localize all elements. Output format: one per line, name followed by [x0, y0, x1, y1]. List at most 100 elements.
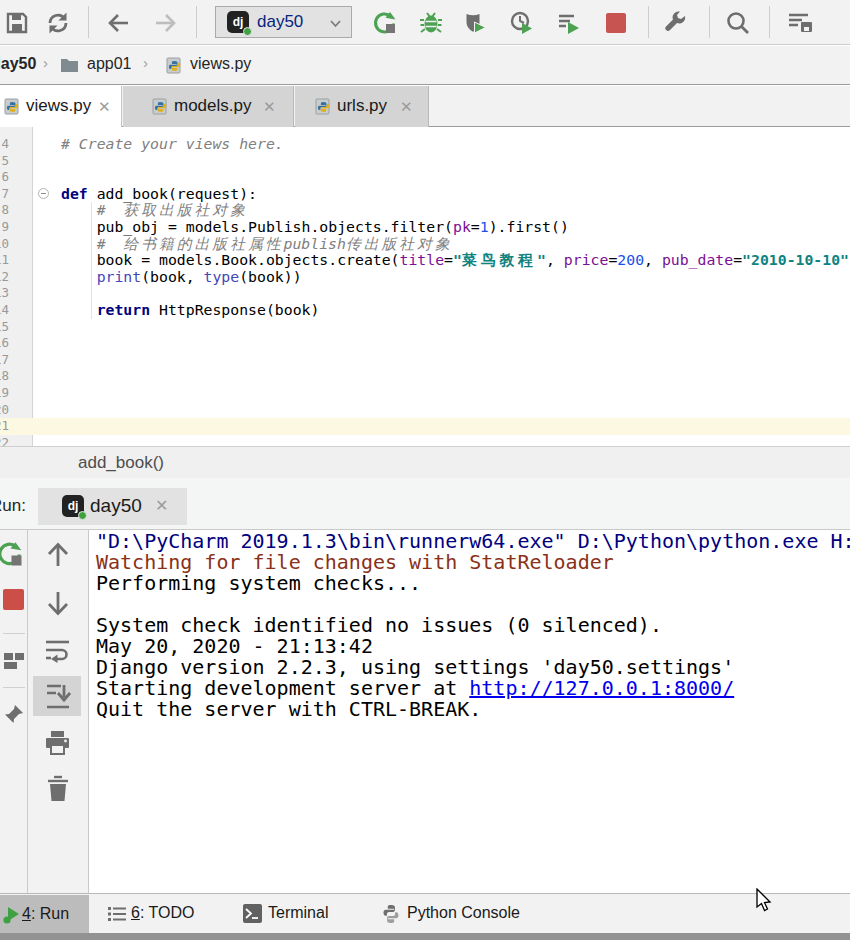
- main-toolbar: dj day50: [0, 0, 850, 45]
- toolwindow-tab-run[interactable]: 4: Run: [0, 895, 89, 934]
- status-bar: 4: Run 6: TODO Terminal Python Console: [0, 893, 850, 933]
- mouse-cursor: [755, 888, 775, 914]
- run-panel-label: Run:: [0, 496, 26, 516]
- caret-line-highlight: [0, 418, 850, 435]
- debug-icon[interactable]: [418, 10, 444, 36]
- rerun-icon[interactable]: [372, 10, 398, 36]
- editor-gutter-numbers: 45678910111213141516171819202122: [0, 127, 33, 446]
- stop-icon[interactable]: [605, 12, 631, 38]
- run-config-select[interactable]: dj day50: [215, 6, 352, 38]
- rerun-icon[interactable]: [0, 540, 24, 568]
- line-number: 19: [0, 385, 33, 402]
- soft-wrap-icon[interactable]: [44, 636, 71, 663]
- stop-icon[interactable]: [3, 589, 24, 610]
- console-line: System check identified no issues (0 sil…: [96, 615, 662, 636]
- taskbar-strip: [0, 933, 850, 940]
- console-line: May 20, 2020 - 21:13:42: [96, 636, 373, 657]
- tab-models-py[interactable]: models.py ✕: [123, 86, 294, 127]
- breadcrumb-package[interactable]: app01: [87, 55, 132, 73]
- line-number: 6: [0, 169, 33, 186]
- code-line-10: # 给书籍的出版社属性publish传出版社对象: [61, 236, 453, 253]
- up-stack-trace-icon[interactable]: [45, 541, 71, 569]
- restore-layout-icon[interactable]: [3, 650, 25, 672]
- line-number: 9: [0, 219, 33, 236]
- run-coverage-icon[interactable]: [462, 10, 488, 36]
- breadcrumb: day50 › app01 › views.py: [0, 46, 850, 85]
- print-icon[interactable]: [44, 729, 71, 756]
- python-file-icon: [4, 98, 21, 115]
- todo-list-icon: [108, 906, 126, 922]
- run-tasks-icon[interactable]: [556, 10, 582, 36]
- line-number: 15: [0, 319, 33, 336]
- run-icon: [3, 906, 21, 924]
- breadcrumb-file[interactable]: views.py: [190, 55, 251, 73]
- python-file-icon: [315, 98, 332, 115]
- code-line-11: book = models.Book.objects.create(title=…: [61, 252, 850, 269]
- close-icon[interactable]: ✕: [400, 98, 413, 116]
- running-dot: [78, 511, 87, 520]
- line-number: 13: [0, 285, 33, 302]
- running-dot: [243, 27, 252, 36]
- tab-urls-py[interactable]: urls.py ✕: [295, 86, 429, 127]
- forward-arrow-icon[interactable]: [152, 10, 178, 36]
- tab-label: models.py: [174, 96, 251, 116]
- close-icon[interactable]: ✕: [98, 98, 111, 116]
- line-number: 4: [0, 136, 33, 153]
- profile-icon[interactable]: [509, 10, 535, 36]
- run-tab-label: day50: [90, 495, 142, 517]
- breadcrumb-project[interactable]: day50: [0, 55, 36, 73]
- run-tab-day50[interactable]: dj day50 ✕: [38, 488, 187, 525]
- line-number: 5: [0, 153, 33, 170]
- line-number: 10: [0, 236, 33, 253]
- search-icon[interactable]: [725, 10, 751, 36]
- line-number: 11: [0, 252, 33, 269]
- line-number: 21: [0, 418, 33, 435]
- editor-tab-bar: views.py ✕ models.py ✕ urls.py ✕: [0, 86, 850, 127]
- wrench-icon[interactable]: [664, 10, 690, 36]
- close-icon[interactable]: ✕: [263, 98, 276, 116]
- code-editor[interactable]: 45678910111213141516171819202122 # Creat…: [0, 127, 850, 446]
- close-icon[interactable]: ✕: [155, 496, 168, 515]
- line-number: 14: [0, 302, 33, 319]
- line-number: 18: [0, 368, 33, 385]
- console-line: "D:\PyCharm 2019.1.3\bin\runnerw64.exe" …: [96, 531, 850, 552]
- back-arrow-icon[interactable]: [106, 10, 132, 36]
- sync-icon[interactable]: [45, 10, 71, 36]
- run-panel-header: Run: dj day50 ✕: [0, 478, 850, 530]
- line-number: 12: [0, 269, 33, 286]
- python-file-icon: [166, 57, 183, 74]
- toolwindow-tab-label: 6: TODO: [131, 904, 194, 922]
- line-number: 17: [0, 352, 33, 369]
- terminal-icon: [243, 904, 262, 923]
- settings-sync-icon[interactable]: [786, 10, 812, 36]
- toolwindow-tab-label: Terminal: [268, 904, 328, 922]
- toolwindow-tab-label: Python Console: [407, 904, 520, 922]
- context-hint-text: add_book(): [78, 453, 164, 473]
- console-line: Starting development server at http://12…: [96, 678, 734, 699]
- toolwindow-tab-label: 4: Run: [22, 905, 69, 923]
- console-line: Django version 2.2.3, using settings 'da…: [96, 657, 734, 678]
- run-toolbar-console: [28, 530, 89, 893]
- clear-console-icon[interactable]: [46, 775, 70, 803]
- python-file-icon: [152, 98, 169, 115]
- chevron-down-icon: [328, 16, 343, 31]
- code-line-8: # 获取出版社对象: [61, 202, 248, 219]
- tab-views-py[interactable]: views.py ✕: [0, 86, 122, 128]
- console-line: Performing system checks...: [96, 573, 421, 594]
- line-number: 16: [0, 335, 33, 352]
- console-line: Watching for file changes with StatReloa…: [96, 552, 614, 573]
- save-icon[interactable]: [4, 10, 30, 36]
- code-line-7: def add_book(request):: [61, 186, 257, 203]
- pin-icon[interactable]: [3, 703, 25, 725]
- run-toolbar-left: [0, 530, 28, 893]
- fold-marker[interactable]: [38, 188, 49, 199]
- down-stack-trace-icon[interactable]: [45, 589, 71, 617]
- code-line-4: # Create your views here.: [61, 136, 284, 153]
- line-number: 7: [0, 186, 33, 203]
- python-console-icon: [381, 904, 401, 924]
- scroll-to-end-icon[interactable]: [45, 682, 71, 709]
- line-number: 8: [0, 202, 33, 219]
- console-link[interactable]: http://127.0.0.1:8000/: [469, 676, 734, 700]
- run-console[interactable]: "D:\PyCharm 2019.1.3\bin\runnerw64.exe" …: [89, 530, 850, 893]
- tab-label: views.py: [26, 96, 91, 116]
